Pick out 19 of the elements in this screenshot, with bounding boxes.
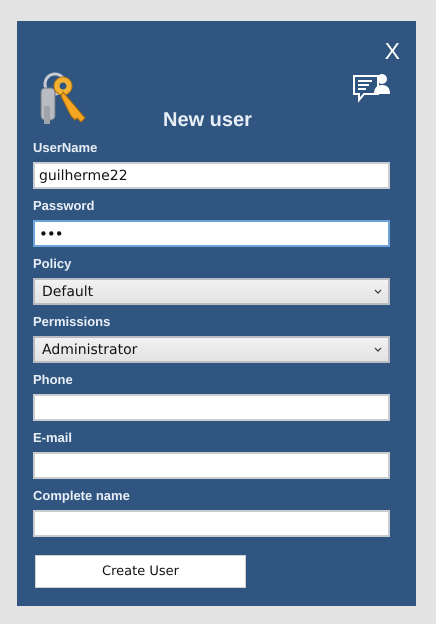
input-field[interactable]: guilherme22 <box>33 162 390 189</box>
dialog-title: New user <box>163 108 253 132</box>
field-label: Phone <box>33 372 73 388</box>
input-field[interactable] <box>33 452 390 479</box>
chevron-down-icon <box>374 347 382 352</box>
password-field[interactable]: ••• <box>33 220 390 247</box>
create-user-button[interactable]: Create User <box>35 555 246 588</box>
field-label: E-mail <box>33 430 72 446</box>
field-label: Complete name <box>33 488 130 504</box>
field-label: UserName <box>33 140 98 156</box>
field-label: Policy <box>33 256 72 272</box>
chevron-down-icon <box>374 289 382 294</box>
dropdown[interactable]: Default <box>33 278 390 305</box>
field-label: Permissions <box>33 314 110 330</box>
dropdown[interactable]: Administrator <box>33 336 390 363</box>
close-button[interactable]: X <box>384 39 400 63</box>
field-label: Password <box>33 198 94 214</box>
input-field[interactable] <box>33 394 390 421</box>
input-field[interactable] <box>33 510 390 537</box>
